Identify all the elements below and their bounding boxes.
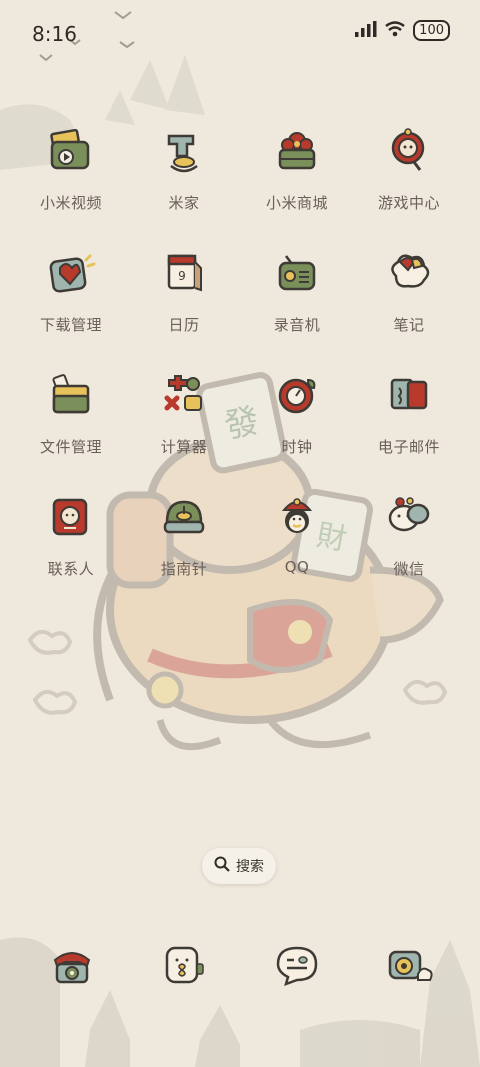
app-recorder[interactable]: 录音机 [241, 246, 353, 335]
search-icon [214, 856, 230, 876]
app-label: 米家 [168, 194, 200, 212]
app-label: 小米商城 [265, 194, 328, 212]
game-icon [382, 124, 436, 178]
app-compass[interactable]: 指南针 [128, 490, 240, 579]
app-mi-store[interactable]: 小米商城 [241, 124, 353, 213]
mail-icon [382, 368, 436, 422]
video-icon [44, 124, 98, 178]
app-label: 电子邮件 [377, 438, 440, 456]
app-game-center[interactable]: 游戏中心 [353, 124, 465, 213]
calendar-icon: 9 [157, 246, 211, 300]
app-label: 游戏中心 [377, 194, 440, 212]
phone-icon [47, 940, 97, 994]
app-wechat[interactable]: 微信 [353, 490, 465, 579]
chat-icon [272, 940, 322, 994]
status-bar: 8:16 100 [0, 0, 480, 70]
dock-camera[interactable] [382, 940, 436, 994]
search-label: 搜索 [236, 859, 264, 875]
app-mijia[interactable]: 米家 [128, 124, 240, 213]
contacts-icon [44, 490, 98, 544]
wifi-icon [385, 20, 405, 41]
app-notes[interactable]: 笔记 [353, 246, 465, 335]
app-calculator[interactable]: 计算器 [128, 368, 240, 457]
app-download-manager[interactable]: 下载管理 [15, 246, 127, 335]
app-label: 笔记 [393, 316, 425, 334]
camera-icon [384, 940, 434, 994]
calendar-day: 9 [178, 269, 186, 283]
compass-icon [157, 490, 211, 544]
app-label: 指南针 [160, 560, 208, 578]
status-time: 8:16 [32, 22, 77, 46]
shop-icon [270, 124, 324, 178]
dock-chat[interactable] [270, 940, 324, 994]
app-label: 下载管理 [39, 316, 102, 334]
app-contacts[interactable]: 联系人 [15, 490, 127, 579]
wechat-icon [382, 490, 436, 544]
app-calendar[interactable]: 9 日历 [128, 246, 240, 335]
app-label: QQ [284, 558, 310, 576]
dock-phone[interactable] [45, 940, 99, 994]
notes-icon [382, 246, 436, 300]
app-label: 文件管理 [39, 438, 102, 456]
search-button[interactable]: 搜索 [202, 848, 276, 884]
app-file-manager[interactable]: 文件管理 [15, 368, 127, 457]
app-label: 录音机 [273, 316, 321, 334]
app-mi-video[interactable]: 小米视频 [15, 124, 127, 213]
app-label: 微信 [393, 560, 425, 578]
calculator-icon [157, 368, 211, 422]
app-qq[interactable]: QQ [241, 490, 353, 576]
app-label: 时钟 [281, 438, 313, 456]
messages-icon [159, 940, 209, 994]
app-label: 计算器 [160, 438, 208, 456]
qq-icon [270, 490, 324, 544]
signal-icon [355, 20, 377, 41]
home-icon [157, 124, 211, 178]
clock-icon [270, 368, 324, 422]
files-icon [44, 368, 98, 422]
app-email[interactable]: 电子邮件 [353, 368, 465, 457]
battery-indicator: 100 [413, 20, 450, 41]
app-label: 联系人 [47, 560, 95, 578]
recorder-icon [270, 246, 324, 300]
app-clock[interactable]: 时钟 [241, 368, 353, 457]
status-icons: 100 [355, 20, 450, 41]
app-label: 小米视频 [39, 194, 102, 212]
dock-messages[interactable] [157, 940, 211, 994]
app-label: 日历 [168, 316, 200, 334]
download-icon [44, 246, 98, 300]
